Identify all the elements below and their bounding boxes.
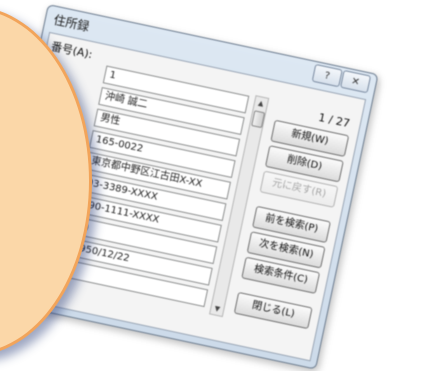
scroll-up-icon[interactable]: ▲ [254,96,268,110]
scroll-down-icon[interactable]: ▼ [210,302,224,316]
screenshot-stage: 住所録 ? ✕ 番号(A): 1 沖崎 誠二 男性 165-0022 東京都中野… [0,0,429,371]
help-icon: ? [323,69,331,82]
window-title: 住所録 [52,12,91,34]
close-icon: ✕ [350,75,361,88]
close-window-button[interactable]: ✕ [340,69,372,94]
scroll-thumb[interactable] [251,110,266,129]
help-button[interactable]: ? [311,63,343,88]
close-button[interactable]: 閉じる(L) [233,291,313,330]
